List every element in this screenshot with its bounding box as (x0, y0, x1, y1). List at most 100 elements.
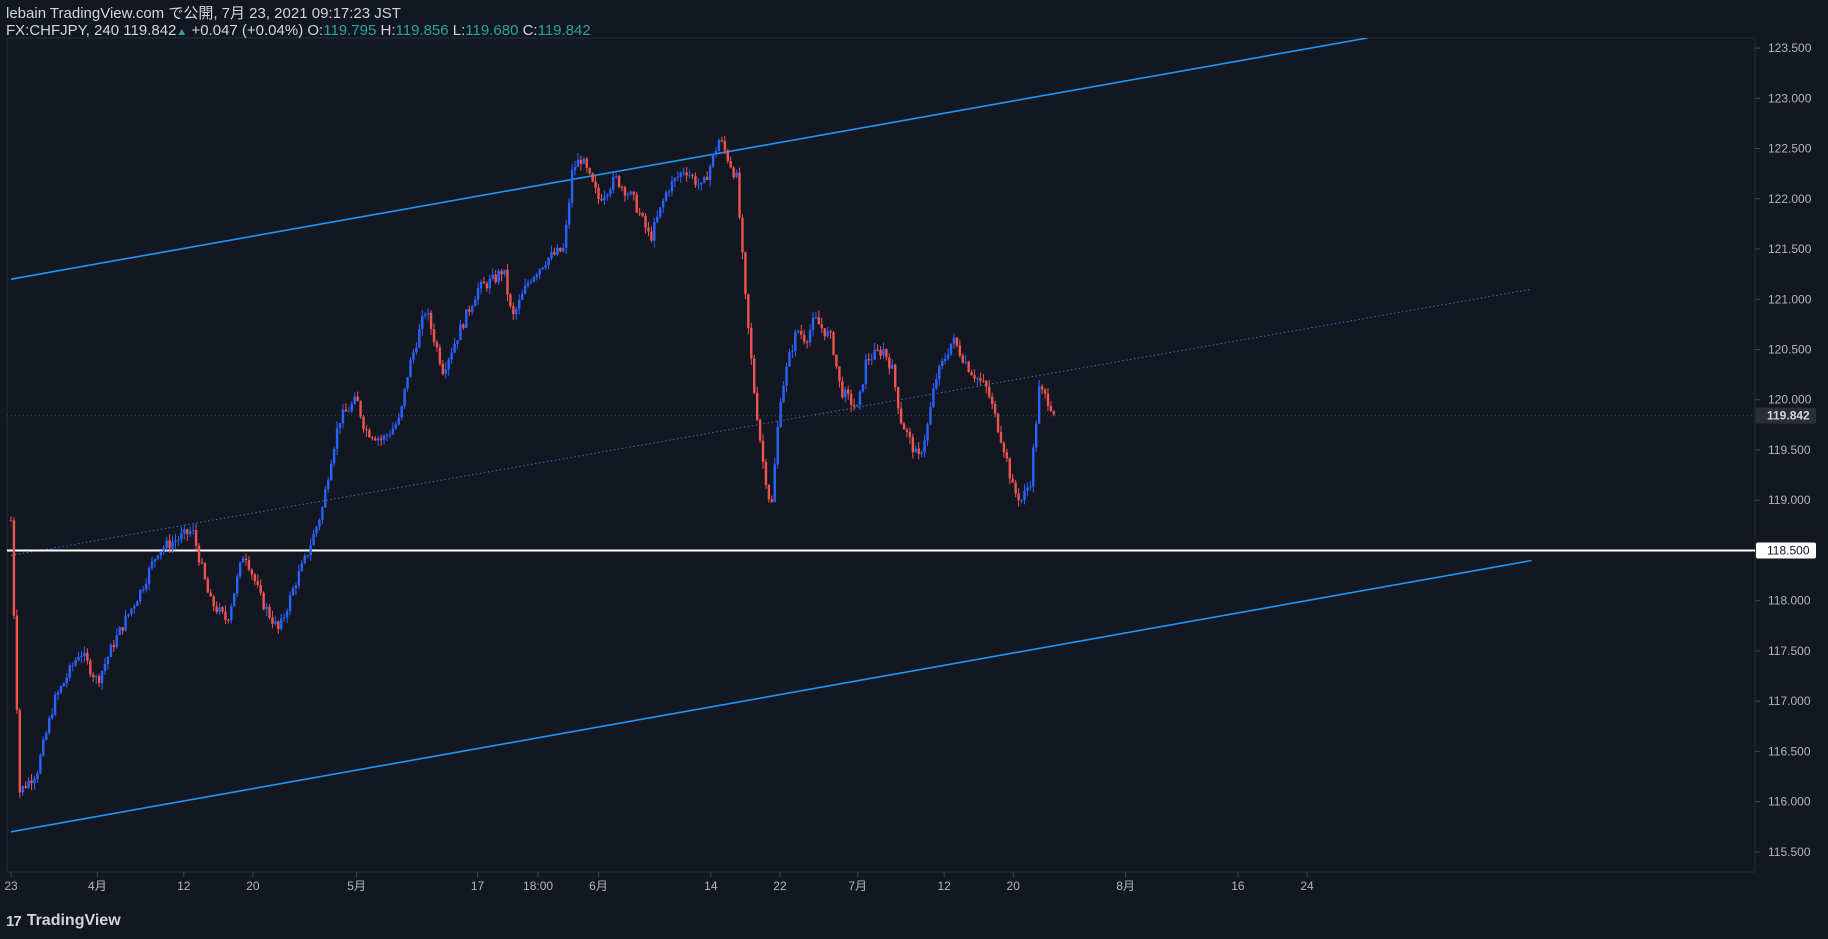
horizontal-level-price-label: 118.500 (1767, 543, 1810, 557)
candle-body (588, 167, 591, 174)
candle-body (39, 755, 42, 774)
candle-body (133, 605, 136, 609)
candle-body (97, 676, 101, 684)
candle-body (1023, 490, 1026, 501)
candle-body (597, 187, 600, 200)
candle-body (171, 541, 174, 549)
candle-body (814, 317, 818, 319)
candle-body (629, 191, 633, 195)
candle-body (456, 340, 459, 344)
candle-body (53, 694, 57, 715)
candle-body (858, 391, 862, 405)
candle-body (644, 215, 647, 228)
candle-body (315, 526, 318, 534)
candle-body (335, 428, 339, 449)
close-value: 119.842 (537, 22, 591, 39)
chart-root: 123.500 123.000 122.500 122.000 121.500 121.0… (0, 0, 1828, 939)
time-tick-label: 18:00 (523, 879, 553, 893)
candle-body (183, 529, 186, 534)
plot-area (7, 38, 1755, 833)
candle-body (932, 388, 935, 407)
time-tick-label: 23 (4, 879, 18, 893)
candle-body (512, 306, 515, 315)
candle-body (720, 140, 724, 142)
candle-body (377, 438, 380, 441)
price-tick-label: 120.000 (1768, 393, 1812, 407)
candle-body (86, 652, 89, 661)
candle-body (344, 409, 348, 412)
candle-body (802, 334, 806, 342)
candle-body (870, 359, 873, 361)
tradingview-logo[interactable]: 17 TradingView (6, 910, 121, 932)
candle-body (65, 677, 69, 684)
candle-body (979, 378, 982, 381)
candle-body (1043, 389, 1047, 394)
last-price: 119.842 (123, 22, 177, 39)
candle-body (647, 227, 650, 232)
candle-body (700, 182, 703, 185)
candle-body (468, 309, 471, 312)
candle-body (544, 265, 547, 268)
candle-body (565, 224, 568, 248)
candle-body (917, 448, 920, 454)
symbol-name[interactable]: FX:CHFJPY, 240 (6, 22, 119, 39)
candle-body (556, 247, 559, 255)
candle-body (609, 189, 612, 195)
candle-body (74, 660, 77, 666)
price-tick-label: 117.000 (1768, 694, 1811, 708)
candle-body (338, 423, 342, 429)
candle-body (168, 540, 171, 549)
candle-body (230, 606, 233, 621)
candle-body (406, 377, 409, 389)
candle-body (926, 424, 929, 441)
price-tick-label: 120.500 (1768, 342, 1812, 356)
candle-body (697, 184, 700, 186)
time-tick-label: 22 (773, 879, 787, 893)
candle-body (938, 365, 941, 380)
candle-body (808, 330, 812, 343)
candle-body (861, 384, 865, 392)
candle-body (750, 327, 753, 359)
candle-body (465, 309, 468, 328)
candle-body (71, 665, 74, 667)
candle-body (488, 278, 492, 289)
chart-canvas[interactable]: 123.500 123.000 122.500 122.000 121.500 121.0… (0, 0, 1828, 939)
candle-body (550, 252, 553, 258)
candle-body (891, 364, 894, 369)
candle-body (985, 381, 988, 387)
candle-body (329, 463, 333, 481)
candle-body (755, 392, 759, 420)
price-tick-label: 119.500 (1768, 443, 1811, 457)
candle-body (159, 551, 163, 556)
candle-body (397, 417, 400, 425)
candle-body (471, 306, 474, 312)
candle-body (92, 674, 95, 678)
candle-body (165, 540, 168, 548)
candle-body (732, 167, 735, 178)
candle-body (785, 366, 788, 386)
candle-body (888, 357, 891, 369)
candle-body (747, 294, 750, 328)
candle-body (503, 269, 506, 275)
price-tick-label: 121.500 (1768, 242, 1812, 256)
candle-body (1032, 447, 1035, 487)
candle-body (56, 692, 60, 695)
time-tick-label: 14 (704, 879, 718, 893)
candle-body (362, 416, 365, 430)
candle-body (479, 281, 483, 289)
price-tick-label: 121.000 (1768, 292, 1812, 306)
candle-body (676, 176, 680, 178)
price-tick-label: 117.500 (1768, 644, 1811, 658)
candle-body (47, 718, 51, 733)
candle-body (873, 349, 876, 360)
candle-body (585, 158, 588, 168)
candle-body (115, 634, 118, 648)
candle-body (708, 165, 712, 180)
candle-body (573, 167, 577, 171)
candle-body (638, 212, 641, 214)
candle-body (797, 331, 800, 333)
candle-body (100, 670, 104, 684)
candle-body (162, 547, 165, 552)
candle-body (864, 359, 868, 385)
candle-body (15, 615, 19, 710)
